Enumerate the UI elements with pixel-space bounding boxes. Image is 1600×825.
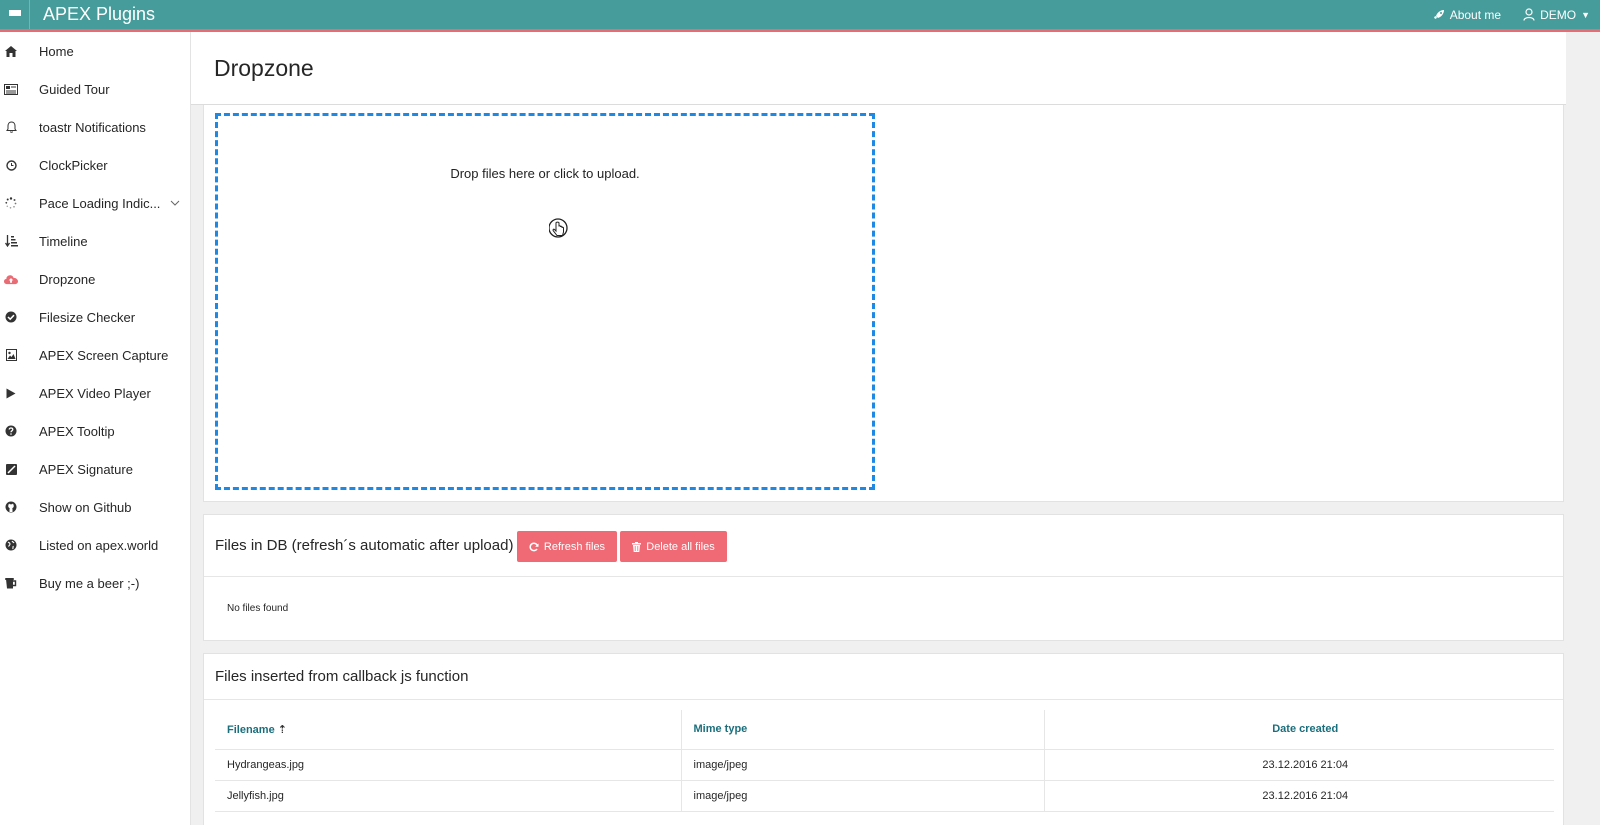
hamburger-icon [8,9,21,20]
image-icon [4,348,18,362]
sidebar-item-timeline[interactable]: Timeline [0,222,190,260]
cell-mime-type: image/jpeg [681,749,1045,781]
home-icon [4,44,18,58]
refresh-files-button[interactable]: Refresh files [517,531,617,562]
sort-amount-icon [4,234,18,248]
sidebar-item-guided-tour[interactable]: Guided Tour [0,70,190,108]
newspaper-icon [4,82,18,96]
globe-icon [4,538,18,552]
callback-files-table: Filename ⇡ Mime type Date created Hydrang… [215,710,1554,812]
refresh-icon [529,542,539,551]
files-in-db-region: Files in DB (refresh´s automatic after u… [203,514,1564,641]
sidebar-item-pace[interactable]: Pace Loading Indic... [0,184,190,222]
sort-ascending-icon[interactable]: ⇡ [278,724,287,736]
sidebar-item-video-player[interactable]: APEX Video Player [0,374,190,412]
no-files-message: No files found [227,603,289,614]
sidebar-item-apex-world[interactable]: Listed on apex.world [0,526,190,564]
cell-date-created: 23.12.2016 21:04 [1044,780,1554,812]
cell-mime-type: image/jpeg [681,780,1045,812]
callback-files-title: Files inserted from callback js function [215,668,469,685]
dropzone-message: Drop files here or click to upload. [450,166,640,181]
caret-down-icon: ▼ [1581,9,1590,20]
dropzone-area[interactable]: Drop files here or click to upload. [215,113,875,490]
signature-icon [4,462,18,476]
title-bar: Dropzone [191,32,1566,105]
sidebar-item-clockpicker[interactable]: ClockPicker [0,146,190,184]
chevron-down-icon[interactable] [170,198,180,209]
sidebar-item-signature[interactable]: APEX Signature [0,450,190,488]
beer-icon [4,576,18,590]
sidebar-item-screen-capture[interactable]: APEX Screen Capture [0,336,190,374]
sidebar-item-tooltip[interactable]: APEX Tooltip [0,412,190,450]
user-icon [1523,8,1535,21]
sidebar: Home Guided Tour toastr Notifications Cl… [0,32,191,825]
refresh-files-label: Refresh files [543,540,606,553]
menu-toggle-button[interactable] [0,0,30,29]
question-circle-icon [4,424,18,438]
sidebar-item-home[interactable]: Home [0,32,190,70]
spinner-icon [4,196,18,210]
user-label: DEMO [1540,7,1577,22]
github-icon [4,500,18,514]
callback-files-header: Files inserted from callback js function [204,654,1563,700]
page-title: Dropzone [214,55,314,81]
column-header-filename[interactable]: Filename ⇡ [215,710,682,750]
sidebar-item-filesize-checker[interactable]: Filesize Checker [0,298,190,336]
sidebar-item-buy-beer[interactable]: Buy me a beer ;-) [0,564,190,602]
table-row: Jellyfish.jpg image/jpeg 23.12.2016 21:0… [215,780,1554,812]
table-header-row: Filename ⇡ Mime type Date created [215,710,1554,750]
cell-date-created: 23.12.2016 21:04 [1044,749,1554,781]
about-me-link[interactable]: About me [1433,8,1501,22]
table-row: Hydrangeas.jpg image/jpeg 23.12.2016 21:… [215,749,1554,781]
dropzone-region: Drop files here or click to upload. [203,105,1564,502]
delete-all-files-label: Delete all files [646,540,715,553]
callback-files-region: Files inserted from callback js function… [203,653,1564,825]
sidebar-item-dropzone[interactable]: Dropzone [0,260,190,298]
hand-cursor-icon [549,218,568,238]
cell-filename: Jellyfish.jpg [215,780,682,812]
sidebar-item-github[interactable]: Show on Github [0,488,190,526]
sidebar-item-toastr[interactable]: toastr Notifications [0,108,190,146]
check-circle-icon [4,310,18,324]
files-in-db-title: Files in DB (refresh´s automatic after u… [215,537,514,554]
rocket-icon [1433,9,1444,19]
bell-icon [4,120,18,134]
clock-icon [4,158,18,172]
cloud-upload-icon [4,272,18,286]
files-in-db-header: Files in DB (refresh´s automatic after u… [204,515,1563,577]
column-header-date-created[interactable]: Date created [1044,710,1554,750]
cell-filename: Hydrangeas.jpg [215,749,682,781]
nav-bar-right: About me DEMO ▼ [1433,0,1590,29]
app-title[interactable]: APEX Plugins [43,3,155,25]
top-header: APEX Plugins About me DEMO ▼ [0,0,1600,32]
play-icon [4,386,18,400]
column-header-mime-type[interactable]: Mime type [681,710,1045,750]
about-me-label: About me [1449,7,1502,22]
delete-all-files-button[interactable]: Delete all files [620,531,727,562]
user-menu-button[interactable]: DEMO ▼ [1523,8,1590,22]
trash-icon [632,541,642,552]
